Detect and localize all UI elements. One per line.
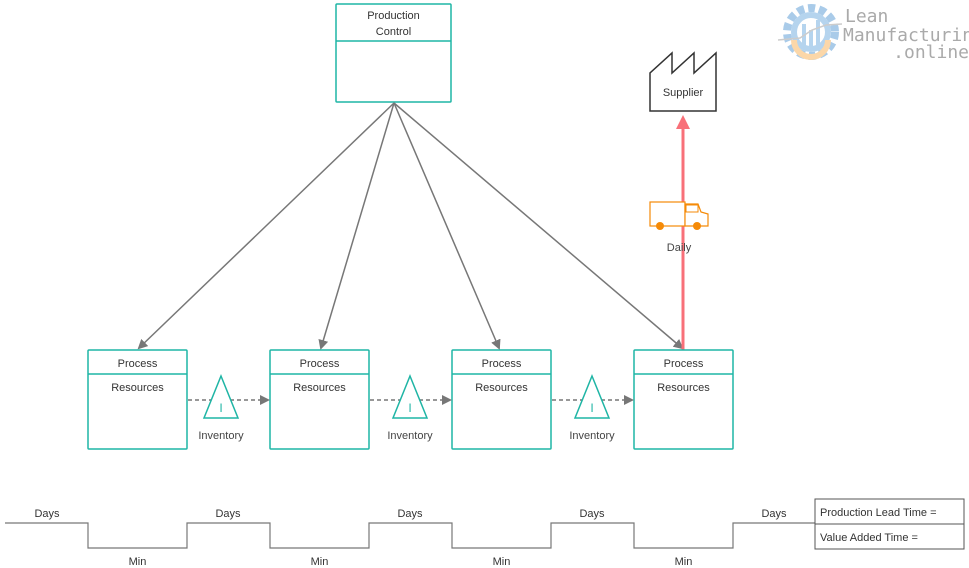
supplier-label: Supplier [663, 87, 704, 99]
timeline-days-label: Days [397, 508, 423, 520]
timeline-days-label: Days [761, 508, 787, 520]
process-box-1[interactable]: Process Resources [87, 349, 188, 450]
process-resources: Resources [657, 382, 710, 394]
timeline-min-label: Min [675, 556, 693, 568]
summary-box: Production Lead Time = Value Added Time … [814, 498, 965, 550]
process-title: Process [300, 358, 340, 370]
production-control-box[interactable]: Production Control [335, 3, 452, 103]
info-arrow-1 [137, 102, 395, 350]
info-arrow-4 [393, 102, 684, 350]
logo-text-online: .online [893, 42, 969, 63]
inventory-label: Inventory [569, 430, 615, 442]
truck-icon [649, 201, 709, 230]
inventory-symbol: I [590, 401, 593, 415]
shipment-frequency-label: Daily [667, 242, 692, 254]
process-title: Process [482, 358, 522, 370]
inventory-label: Inventory [387, 430, 433, 442]
value-added-time-label: Value Added Time = [820, 532, 918, 544]
production-lead-time-label: Production Lead Time = [820, 507, 937, 519]
timeline-days-label: Days [215, 508, 241, 520]
inventory-3[interactable]: I Inventory [569, 374, 615, 442]
timeline-ladder [5, 522, 815, 549]
inventory-2[interactable]: I Inventory [387, 374, 433, 442]
process-box-3[interactable]: Process Resources [451, 349, 552, 450]
inventory-label: Inventory [198, 430, 244, 442]
value-stream-map: Lean Manufacturing .online Production Co… [5, 3, 969, 568]
inventory-symbol: I [219, 401, 222, 415]
inventory-symbol: I [408, 401, 411, 415]
logo-text-lean: Lean [845, 6, 888, 27]
timeline-days-label: Days [579, 508, 605, 520]
production-control-label: Production [367, 10, 420, 22]
process-resources: Resources [111, 382, 164, 394]
inventory-1[interactable]: I Inventory [198, 374, 244, 442]
process-box-2[interactable]: Process Resources [269, 349, 370, 450]
process-box-4[interactable]: Process Resources [633, 349, 734, 450]
process-resources: Resources [293, 382, 346, 394]
timeline-min-label: Min [493, 556, 511, 568]
info-arrow-2 [318, 102, 395, 350]
info-arrow-3 [393, 102, 501, 350]
production-control-label-2: Control [376, 26, 411, 38]
timeline-min-label: Min [129, 556, 147, 568]
process-title: Process [664, 358, 704, 370]
logo: Lean Manufacturing .online [777, 4, 969, 63]
timeline-min-label: Min [311, 556, 329, 568]
process-title: Process [118, 358, 158, 370]
supplier-factory[interactable]: Supplier [649, 51, 717, 112]
timeline-days-label: Days [34, 508, 60, 520]
process-resources: Resources [475, 382, 528, 394]
gear-icon [777, 4, 843, 60]
